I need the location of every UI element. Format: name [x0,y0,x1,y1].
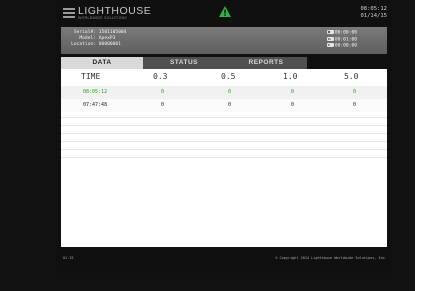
cell-0-5: 0 [228,102,232,108]
cell-1-0: 0 [291,89,295,95]
sample-timer: 00:00:00 [326,30,357,37]
location-value: 00000001 [98,42,121,48]
row-divider [61,133,387,134]
cell-time: 08:05:12 [83,89,108,95]
cell-time: 07:47:48 [83,102,108,108]
model-value: ApexP3 [98,36,116,42]
row-divider [61,117,387,118]
serial-value: 1501105004 [98,30,127,35]
table-row[interactable]: 08:05:12 0 0 0 0 [61,86,387,99]
hold-timer: 00:01:00 [326,36,357,44]
clock-date: 01/14/15 [360,12,388,19]
footer: 01.33 © Copyright 2014 Lighthouse Worldw… [55,256,393,264]
row-divider [61,157,387,158]
table-header: TIME 0.3 0.5 1.0 5.0 [61,72,387,83]
firmware-version: 01.33 [63,256,74,260]
instrument-bezel: LIGHTHOUSE WORLDWIDE SOLUTIONS 08:05:12 … [0,0,415,291]
lighthouse-logo-icon [63,8,75,18]
column-header-time: TIME [81,72,101,81]
tab-bar: DATA STATUS REPORTS [61,57,387,69]
cycle-timer: 00:00:00 [326,43,357,50]
table-row[interactable]: 07:47:48 0 0 0 0 [61,99,387,112]
tab-data[interactable]: DATA [61,57,143,69]
clock-time: 08:05:12 [360,6,388,12]
cell-1-0: 0 [291,102,295,108]
timers: 00:00:00 00:01:00 00:00:00 [326,30,357,50]
row-divider [61,125,387,126]
column-header-1-0: 1.0 [283,72,298,81]
copyright-notice: © Copyright 2014 Lighthouse Worldwide So… [275,256,387,260]
column-header-0-3: 0.3 [153,72,168,81]
hold-icon [326,36,334,41]
cell-0-5: 0 [228,89,232,95]
location-label: Location: [71,42,96,48]
sample-timer-value: 00:00:00 [334,30,357,36]
hold-timer-value: 00:01:00 [334,37,357,43]
brand-tagline: WORLDWIDE SOLUTIONS [78,16,128,20]
cell-0-3: 0 [161,102,165,108]
cycle-icon [326,43,334,48]
row-divider [61,141,387,142]
data-table: TIME 0.3 0.5 1.0 5.0 08:05:12 0 0 0 0 07… [61,69,387,247]
cell-0-3: 0 [161,89,165,95]
clock: 08:05:12 01/14/15 [361,6,388,19]
column-header-5-0: 5.0 [344,72,359,81]
tab-reports[interactable]: REPORTS [225,57,307,69]
instrument-screen: LIGHTHOUSE WORLDWIDE SOLUTIONS 08:05:12 … [55,0,393,279]
brand-logo: LIGHTHOUSE WORLDWIDE SOLUTIONS [63,5,153,23]
top-bar: LIGHTHOUSE WORLDWIDE SOLUTIONS 08:05:12 … [55,0,393,26]
tab-status[interactable]: STATUS [143,57,225,69]
cell-5-0: 0 [353,102,357,108]
row-divider [61,149,387,150]
warning-triangle-icon[interactable] [219,6,231,17]
clock-icon [326,30,334,34]
device-info: Serial#: 1501105004 Model: ApexP3 Locati… [67,30,126,49]
column-header-0-5: 0.5 [221,72,236,81]
cycle-timer-value: 00:00:00 [334,43,357,49]
cell-5-0: 0 [353,89,357,95]
device-info-panel: Serial#: 1501105004 Model: ApexP3 Locati… [61,27,387,54]
